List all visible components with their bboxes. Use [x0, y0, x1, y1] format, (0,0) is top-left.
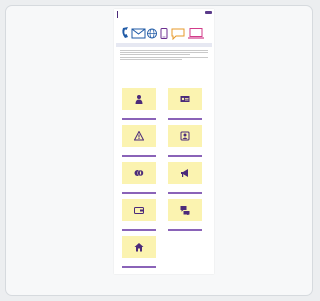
globe-icon — [147, 28, 157, 39]
warning-triangle-icon — [134, 131, 144, 141]
service-tile[interactable] — [168, 125, 202, 158]
tile-image — [168, 125, 202, 147]
laptop-icon — [188, 28, 204, 39]
pound-coins-icon — [134, 169, 144, 177]
wallet-icon — [134, 207, 144, 214]
intro-section — [120, 49, 208, 65]
page-title-bar — [116, 43, 212, 47]
tile-image — [122, 162, 156, 184]
intro-text-line — [120, 52, 208, 53]
site-logo[interactable] — [117, 11, 121, 18]
service-tile[interactable] — [122, 162, 156, 195]
search-button[interactable] — [205, 11, 212, 14]
contact-channels-banner — [122, 27, 204, 40]
site-header — [114, 9, 214, 21]
tile-link-bar[interactable] — [168, 192, 202, 194]
service-tile[interactable] — [168, 199, 202, 232]
tile-image — [122, 236, 156, 258]
tile-link-bar[interactable] — [122, 229, 156, 231]
tile-link-bar[interactable] — [122, 192, 156, 194]
tile-link-bar[interactable] — [168, 229, 202, 231]
service-tile[interactable] — [122, 236, 156, 269]
webpage-thumbnail — [114, 9, 214, 274]
tile-link-bar[interactable] — [168, 155, 202, 157]
person-icon — [135, 95, 143, 104]
tile-image — [168, 199, 202, 221]
intro-text-line — [120, 54, 191, 55]
intro-text-line — [120, 50, 208, 51]
service-tile[interactable] — [168, 88, 202, 121]
intro-text-line — [120, 59, 182, 60]
main-nav — [116, 21, 212, 24]
tile-link-bar[interactable] — [122, 118, 156, 120]
phone-icon — [122, 27, 128, 38]
tile-link-bar[interactable] — [122, 155, 156, 157]
tile-image — [168, 88, 202, 110]
contact-card-icon — [180, 131, 190, 141]
id-card-icon — [180, 96, 190, 102]
site-footer — [114, 268, 214, 271]
tile-image — [122, 88, 156, 110]
service-tile[interactable] — [122, 88, 156, 121]
service-tile[interactable] — [122, 125, 156, 158]
service-tile[interactable] — [122, 199, 156, 232]
chat-bubble-icon — [171, 28, 185, 40]
megaphone-icon — [181, 169, 188, 177]
tile-image — [122, 199, 156, 221]
tile-image — [168, 162, 202, 184]
house-icon — [134, 243, 144, 252]
service-tile[interactable] — [168, 162, 202, 195]
letter-icon — [131, 28, 146, 39]
tile-image — [122, 125, 156, 147]
mobile-icon — [160, 28, 168, 39]
speech-bubbles-icon — [180, 206, 190, 215]
intro-text-line — [120, 57, 208, 58]
tile-link-bar[interactable] — [168, 118, 202, 120]
